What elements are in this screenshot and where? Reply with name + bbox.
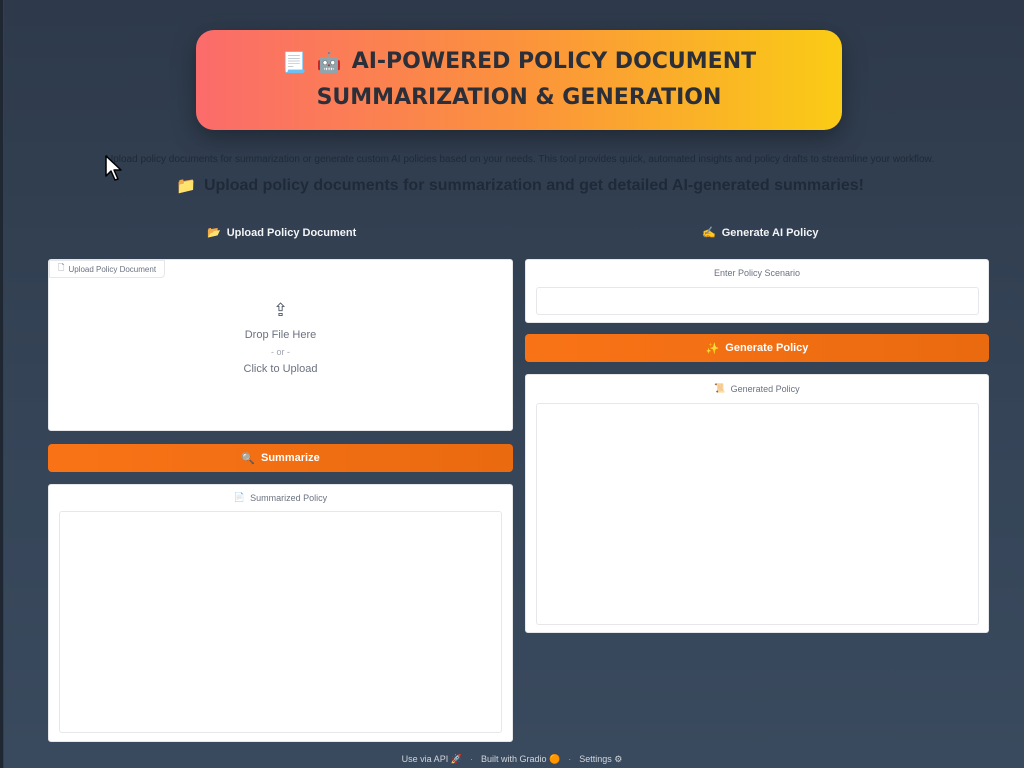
sparkle-icon: ✨ [705,342,720,355]
use-via-api-text: Use via API [401,754,449,764]
upload-section-title: 📂 Upload Policy Document [207,226,357,240]
footer-separator: · [469,754,473,764]
summarized-policy-panel: 📄 Summarized Policy [48,484,513,742]
gear-icon: ⚙ [614,754,623,764]
banner-title-text-2: SUMMARIZATION & GENERATION [316,85,722,110]
folder-icon: 📁 [176,178,196,195]
magnifier-icon: 🔍 [241,452,255,465]
banner-title-text-1: AI-POWERED POLICY DOCUMENT [351,49,757,74]
settings-text: Settings [579,754,612,764]
footer: Use via API 🚀 · Built with Gradio 🟠 · Se… [0,754,1024,765]
writing-hand-icon: ✍ [702,227,716,239]
open-folder-icon: 📂 [207,227,221,239]
generate-policy-button-label: Generate Policy [725,342,809,354]
summarized-policy-output[interactable] [59,511,502,733]
summarized-policy-label: 📄 Summarized Policy [49,492,512,503]
policy-scenario-label: Enter Policy Scenario [713,268,801,278]
click-to-upload-text: Click to Upload [243,363,318,375]
upload-icon: ⇪ [272,300,289,320]
drop-area[interactable]: ⇪ Drop File Here - or - Click to Upload [49,300,512,378]
banner-title-line-2: SUMMARIZATION & GENERATION [317,80,722,116]
summarized-policy-label-text: Summarized Policy [250,492,328,503]
built-with-gradio-link[interactable]: Built with Gradio 🟠 [481,754,560,765]
file-icon: 🗋 [58,263,65,272]
upload-label-tag: 🗋 Upload Policy Document [49,260,166,278]
generated-policy-panel: 📜 Generated Policy [525,374,989,633]
generate-section-title: ✍ Generate AI Policy [702,226,819,240]
upload-label-text: Upload Policy Document [68,264,157,274]
policy-scenario-panel: Enter Policy Scenario [525,259,989,323]
built-with-gradio-text: Built with Gradio [480,754,547,764]
generate-policy-button[interactable]: ✨ Generate Policy [525,334,989,362]
settings-link[interactable]: Settings ⚙ [579,754,622,765]
or-text: - or - [271,347,290,357]
page-icon: 📄 [233,492,246,502]
robot-icon: 🤖 [316,50,342,74]
summarize-button[interactable]: 🔍 Summarize [48,444,513,472]
drop-file-text: Drop File Here [244,329,317,341]
window-edge [0,0,4,768]
generated-policy-output[interactable] [536,403,979,625]
scroll-icon: 📜 [714,383,726,393]
generate-section-title-text: Generate AI Policy [721,226,819,239]
tagline-text: Upload policy documents for summarizatio… [203,177,864,194]
upload-section-title-text: Upload Policy Document [226,226,357,239]
page-tagline: 📁 Upload policy documents for summarizat… [100,176,940,196]
page-description: Upload policy documents for summarizatio… [105,154,934,165]
use-via-api-link[interactable]: Use via API 🚀 [402,754,462,765]
summarize-button-label: Summarize [261,452,320,464]
gradio-logo-icon: 🟠 [548,754,561,764]
document-icon: 📃 [281,50,307,74]
banner-title-line-1: 📃 🤖 AI-POWERED POLICY DOCUMENT [282,44,756,80]
generated-policy-label-text: Generated Policy [730,383,800,394]
generated-policy-label: 📜 Generated Policy [526,383,988,394]
policy-scenario-input[interactable] [536,287,979,315]
rocket-icon: 🚀 [450,754,462,764]
header-banner: 📃 🤖 AI-POWERED POLICY DOCUMENT SUMMARIZA… [196,30,842,130]
footer-separator: · [568,754,572,764]
file-upload-dropzone[interactable]: 🗋 Upload Policy Document ⇪ Drop File Her… [48,259,513,431]
mouse-cursor-icon [105,155,122,181]
